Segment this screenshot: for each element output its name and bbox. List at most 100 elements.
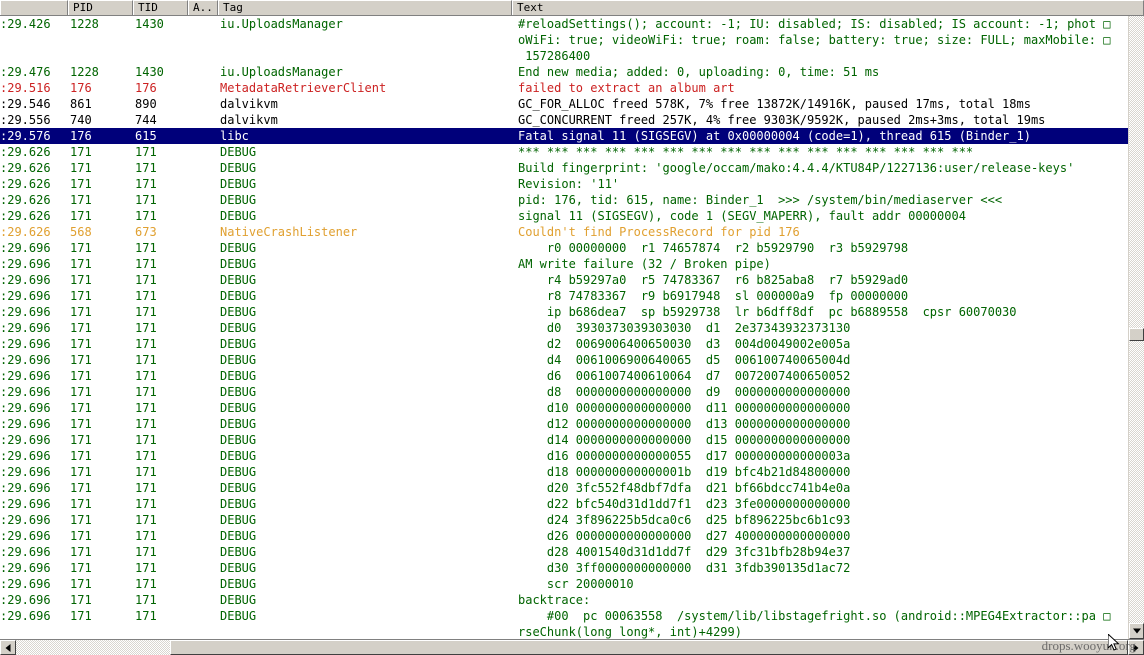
log-cell-tag: MetadataRetrieverClient bbox=[220, 81, 387, 95]
log-row[interactable]: :29.696 171 171 DEBUG ip b686dea7 sp b59297… bbox=[0, 304, 1128, 320]
log-row[interactable]: :29.696 171 171 DEBUG r8 74783367 r9 b69179… bbox=[0, 288, 1128, 304]
log-row[interactable]: :29.696 171 171 DEBUG #00 pc 00063558 /syst… bbox=[0, 608, 1128, 624]
log-row[interactable]: :29.626 568 673 NativeCrashListener Couldn't… bbox=[0, 224, 1128, 240]
log-row[interactable]: :29.696 171 171 DEBUG d28 4001540d31d1dd7f … bbox=[0, 544, 1128, 560]
log-cell-tag: DEBUG bbox=[220, 257, 257, 271]
log-row[interactable]: :29.556 740 744 dalvikvm GC_CONCURRENT freed… bbox=[0, 112, 1128, 128]
log-row[interactable]: :29.696 171 171 DEBUG d2 0069006400650030 d… bbox=[0, 336, 1128, 352]
log-cell-time: :29.546 bbox=[0, 97, 51, 111]
log-cell-time: :29.626 bbox=[0, 145, 51, 159]
log-row[interactable]: oWiFi: true; videoWiFi: true; roam: fals… bbox=[0, 32, 1128, 48]
log-row[interactable]: :29.476 1228 1430 iu.UploadsManager End new … bbox=[0, 64, 1128, 80]
log-cell-tid: 171 bbox=[135, 193, 157, 207]
log-cell-tid: 171 bbox=[135, 433, 157, 447]
log-cell-time: :29.696 bbox=[0, 337, 51, 351]
log-row[interactable]: :29.696 171 171 DEBUG r0 00000000 r1 746578… bbox=[0, 240, 1128, 256]
log-cell-text: d22 bfc540d31d1dd7f1 d23 3fe000000000000… bbox=[518, 497, 851, 511]
scroll-left-button[interactable] bbox=[0, 640, 16, 655]
log-cell-tag: DEBUG bbox=[220, 337, 257, 351]
log-cell-tag: DEBUG bbox=[220, 577, 257, 591]
log-cell-tag: iu.UploadsManager bbox=[220, 17, 343, 31]
log-cell-app bbox=[190, 336, 216, 352]
log-cell-text: r4 b59297a0 r5 74783367 r6 b825aba8 r7 b… bbox=[518, 273, 909, 287]
log-cell-tag: DEBUG bbox=[220, 145, 257, 159]
log-row[interactable]: :29.696 171 171 DEBUG d16 0000000000000055 … bbox=[0, 448, 1128, 464]
log-cell-tid: 744 bbox=[135, 113, 157, 127]
log-cell-tid: 171 bbox=[135, 609, 157, 623]
log-row[interactable]: :29.696 171 171 DEBUG backtrace: bbox=[0, 592, 1128, 608]
log-cell-pid: 171 bbox=[70, 513, 92, 527]
horizontal-scrollbar[interactable] bbox=[0, 639, 1144, 655]
log-cell-tid: 171 bbox=[135, 481, 157, 495]
log-row[interactable]: :29.576 176 615 libc Fatal signal 11 (SIGSEG… bbox=[0, 128, 1128, 144]
log-row[interactable]: :29.696 171 171 DEBUG d8 0000000000000000 d… bbox=[0, 384, 1128, 400]
log-cell-time: :29.576 bbox=[0, 129, 51, 143]
log-row[interactable]: :29.696 171 171 DEBUG d10 0000000000000000 … bbox=[0, 400, 1128, 416]
log-cell-app bbox=[190, 320, 216, 336]
vertical-scrollbar-track[interactable] bbox=[1129, 16, 1144, 623]
vertical-scrollbar[interactable] bbox=[1128, 0, 1144, 639]
log-row[interactable]: :29.696 171 171 DEBUG d22 bfc540d31d1dd7f1 … bbox=[0, 496, 1128, 512]
log-cell-pid: 171 bbox=[70, 289, 92, 303]
log-row[interactable]: :29.696 171 171 DEBUG r4 b59297a0 r5 747833… bbox=[0, 272, 1128, 288]
log-cell-app bbox=[190, 48, 216, 64]
log-cell-text: d4 0061006900640065 d5 006100740065004d bbox=[518, 353, 851, 367]
log-cell-pid: 1228 bbox=[70, 17, 99, 31]
log-row[interactable]: :29.626 171 171 DEBUG signal 11 (SIGSEGV), c… bbox=[0, 208, 1128, 224]
log-cell-tag: DEBUG bbox=[220, 209, 257, 223]
vertical-scrollbar-thumb[interactable] bbox=[1129, 328, 1144, 341]
log-row[interactable]: :29.696 171 171 DEBUG d12 0000000000000000 … bbox=[0, 416, 1128, 432]
log-cell-tag: DEBUG bbox=[220, 177, 257, 191]
log-row[interactable]: :29.546 861 890 dalvikvm GC_FOR_ALLOC freed … bbox=[0, 96, 1128, 112]
log-row[interactable]: :29.696 171 171 DEBUG d24 3f896225b5dca0c6 … bbox=[0, 512, 1128, 528]
log-row[interactable]: :29.696 171 171 DEBUG d30 3ff0000000000000 … bbox=[0, 560, 1128, 576]
log-row[interactable]: :29.626 171 171 DEBUG *** *** *** *** *** **… bbox=[0, 144, 1128, 160]
log-row[interactable]: :29.696 171 171 DEBUG d18 000000000000001b … bbox=[0, 464, 1128, 480]
log-row[interactable]: :29.696 171 171 DEBUG d20 3fc552f48dbf7dfa … bbox=[0, 480, 1128, 496]
log-row[interactable]: :29.626 171 171 DEBUG pid: 176, tid: 615, na… bbox=[0, 192, 1128, 208]
log-row[interactable]: :29.696 171 171 DEBUG d14 0000000000000000 … bbox=[0, 432, 1128, 448]
log-cell-text: Revision: '11' bbox=[518, 177, 620, 191]
log-row[interactable]: :29.426 1228 1430 iu.UploadsManager #reloadS… bbox=[0, 16, 1128, 32]
log-row[interactable]: :29.626 171 171 DEBUG Revision: '11' bbox=[0, 176, 1128, 192]
log-row[interactable]: :29.696 171 171 DEBUG d4 0061006900640065 d… bbox=[0, 352, 1128, 368]
log-cell-tid: 171 bbox=[135, 273, 157, 287]
log-cell-app bbox=[190, 112, 216, 128]
log-row[interactable]: :29.626 171 171 DEBUG Build fingerprint: 'go… bbox=[0, 160, 1128, 176]
log-cell-tid: 890 bbox=[135, 97, 157, 111]
log-cell-text: #00 pc 00063558 /system/lib/libstagefrig… bbox=[518, 609, 1111, 623]
log-cell-text: d18 000000000000001b d19 bfc4b21d8480000… bbox=[518, 465, 851, 479]
log-cell-tid: 171 bbox=[135, 177, 157, 191]
scroll-right-button[interactable] bbox=[1128, 640, 1144, 655]
log-cell-pid: 171 bbox=[70, 401, 92, 415]
column-header-time[interactable] bbox=[0, 0, 68, 15]
column-header-text[interactable]: Text bbox=[512, 0, 1144, 15]
log-cell-pid: 171 bbox=[70, 257, 92, 271]
log-cell-tag: DEBUG bbox=[220, 545, 257, 559]
column-header-tid[interactable]: TID bbox=[133, 0, 188, 15]
log-cell-tid bbox=[135, 48, 188, 64]
log-row[interactable]: rseChunk(long long*, int)+4299) bbox=[0, 624, 1128, 639]
horizontal-scrollbar-thumb[interactable] bbox=[170, 640, 1128, 655]
column-header-pid[interactable]: PID bbox=[68, 0, 133, 15]
log-row[interactable]: :29.696 171 171 DEBUG scr 20000010 bbox=[0, 576, 1128, 592]
log-cell-tid: 171 bbox=[135, 369, 157, 383]
log-cell-time: :29.696 bbox=[0, 257, 51, 271]
log-row[interactable]: :29.516 176 176 MetadataRetrieverClient fail… bbox=[0, 80, 1128, 96]
log-rows-viewport[interactable]: :29.426 1228 1430 iu.UploadsManager #reloadS… bbox=[0, 16, 1128, 639]
log-row[interactable]: :29.696 171 171 DEBUG AM write failure (32 /… bbox=[0, 256, 1128, 272]
log-row[interactable]: :29.696 171 171 DEBUG d6 0061007400610064 d… bbox=[0, 368, 1128, 384]
log-cell-time: :29.696 bbox=[0, 241, 51, 255]
log-cell-tid: 171 bbox=[135, 337, 157, 351]
column-header-application[interactable]: A.. bbox=[188, 0, 218, 15]
log-cell-tag bbox=[220, 624, 510, 639]
log-row[interactable]: 157286400 bbox=[0, 48, 1128, 64]
log-cell-text: *** *** *** *** *** *** *** *** *** *** … bbox=[518, 145, 974, 159]
column-header-tag[interactable]: Tag bbox=[218, 0, 512, 15]
scroll-down-button[interactable] bbox=[1129, 623, 1144, 639]
log-cell-tag: DEBUG bbox=[220, 481, 257, 495]
log-cell-pid: 171 bbox=[70, 305, 92, 319]
log-cell-text: Fatal signal 11 (SIGSEGV) at 0x00000004 … bbox=[518, 129, 1031, 143]
log-row[interactable]: :29.696 171 171 DEBUG d26 0000000000000000 … bbox=[0, 528, 1128, 544]
log-row[interactable]: :29.696 171 171 DEBUG d0 3930373039303030 d… bbox=[0, 320, 1128, 336]
